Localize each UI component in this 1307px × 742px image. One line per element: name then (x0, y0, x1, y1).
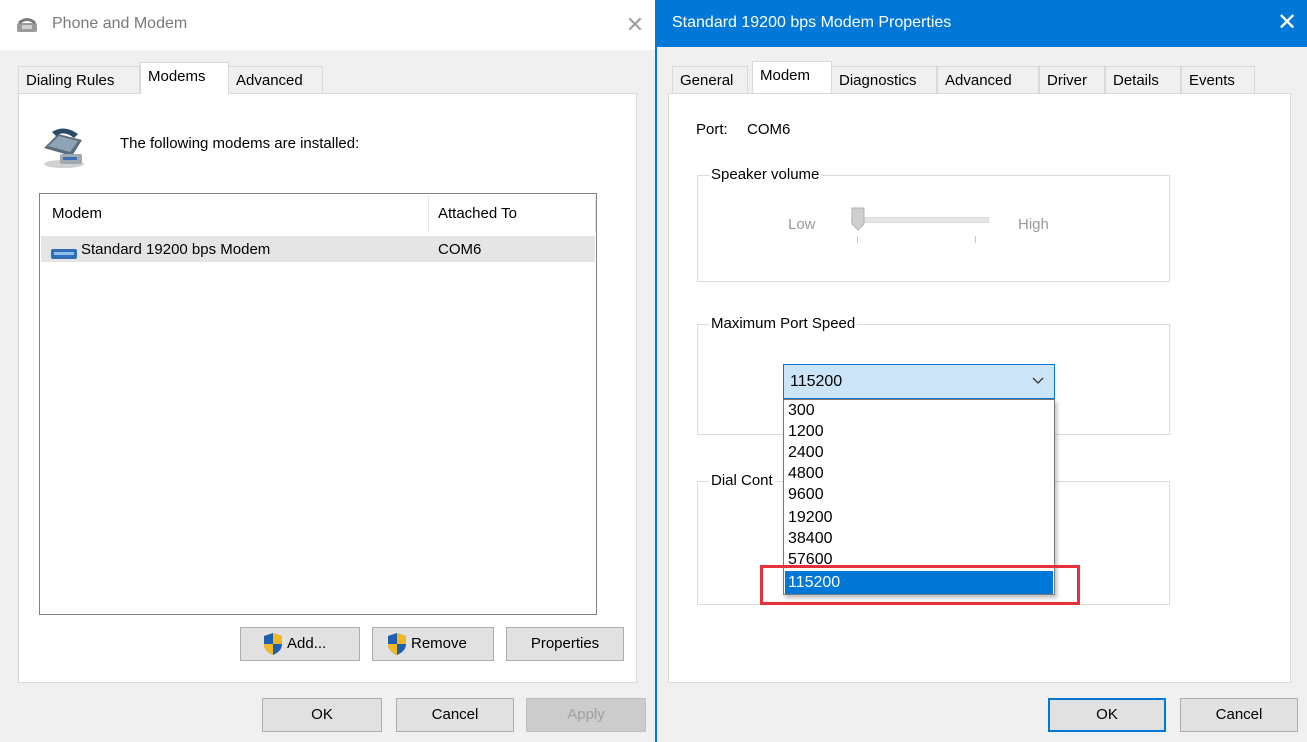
modem-name-cell: Standard 19200 bps Modem (81, 241, 271, 258)
ok-button[interactable]: OK (262, 698, 382, 732)
remove-modem-button[interactable]: Remove (372, 627, 494, 661)
speaker-volume-group (697, 175, 1170, 282)
close-icon[interactable]: ✕ (622, 10, 648, 40)
tab-modems[interactable]: Modems (140, 62, 229, 94)
port-label: Port: (696, 121, 728, 138)
tab-events[interactable]: Events (1181, 66, 1255, 94)
modem-device-icon (51, 249, 77, 259)
tab-details[interactable]: Details (1105, 66, 1181, 94)
tab-advanced[interactable]: Advanced (228, 66, 323, 94)
volume-low-label: Low (788, 216, 816, 233)
close-icon[interactable]: ✕ (1272, 8, 1302, 38)
modems-intro-text: The following modems are installed: (120, 135, 360, 152)
cancel-button[interactable]: Cancel (396, 698, 514, 732)
remove-button-label: Remove (411, 635, 467, 652)
uac-shield-icon (264, 633, 282, 655)
add-modem-button[interactable]: Add... (240, 627, 360, 661)
port-speed-selected-value: 115200 (790, 373, 843, 390)
volume-high-label: High (1018, 216, 1049, 233)
add-button-label: Add... (287, 635, 327, 652)
column-divider[interactable] (428, 196, 429, 232)
dial-control-label: Dial Cont (709, 472, 775, 489)
uac-shield-icon (388, 633, 406, 655)
volume-tick (975, 236, 976, 243)
phone-modem-app-icon (17, 18, 37, 32)
phone-modem-icon (44, 128, 84, 168)
attached-to-cell: COM6 (438, 241, 482, 258)
ok-button[interactable]: OK (1048, 698, 1166, 732)
speed-option-4800[interactable]: 4800 (788, 463, 824, 484)
speed-option-300[interactable]: 300 (788, 400, 815, 421)
max-port-speed-label: Maximum Port Speed (709, 315, 858, 332)
volume-slider-track[interactable] (851, 217, 989, 223)
tab-general[interactable]: General (672, 66, 748, 94)
tab-dialing-rules[interactable]: Dialing Rules (18, 66, 140, 94)
volume-tick (857, 236, 858, 243)
port-value: COM6 (747, 121, 791, 138)
tab-modem[interactable]: Modem (752, 61, 832, 93)
speed-option-38400[interactable]: 38400 (788, 528, 833, 549)
left-window-title: Phone and Modem (52, 15, 188, 32)
apply-button[interactable]: Apply (526, 698, 646, 732)
volume-slider-thumb[interactable] (851, 207, 865, 231)
speed-option-9600[interactable]: 9600 (788, 484, 824, 505)
annotation-highlight-box (760, 565, 1080, 605)
cancel-button[interactable]: Cancel (1180, 698, 1298, 732)
chevron-down-icon[interactable] (1030, 372, 1046, 388)
tab-advanced[interactable]: Advanced (937, 66, 1039, 94)
speed-option-1200[interactable]: 1200 (788, 421, 824, 442)
speed-option-2400[interactable]: 2400 (788, 442, 824, 463)
column-header-modem[interactable]: Modem (52, 205, 102, 222)
right-window-title: Standard 19200 bps Modem Properties (672, 14, 952, 31)
speed-option-19200[interactable]: 19200 (788, 507, 833, 528)
speaker-volume-label: Speaker volume (709, 166, 822, 183)
column-header-attached-to[interactable]: Attached To (438, 205, 517, 222)
tab-diagnostics[interactable]: Diagnostics (831, 66, 937, 94)
tab-driver[interactable]: Driver (1039, 66, 1105, 94)
properties-button[interactable]: Properties (506, 627, 624, 661)
column-divider[interactable] (595, 196, 596, 232)
